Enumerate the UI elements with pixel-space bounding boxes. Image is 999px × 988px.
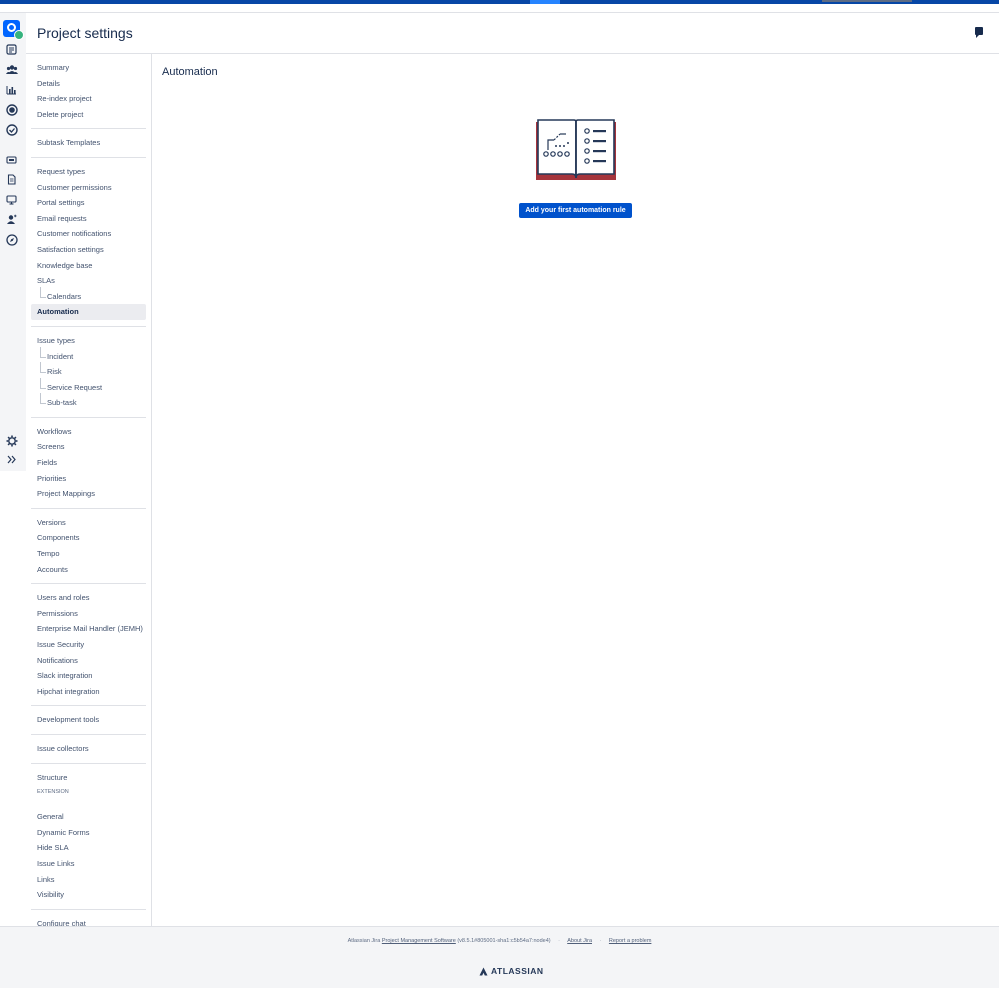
settings-sidebar: Summary Details Re-index project Delete pro…: [26, 54, 152, 939]
nav-group: Structure EXTENSION: [31, 764, 146, 804]
atlassian-logo-text: ATLASSIAN: [491, 966, 544, 976]
settings-icon[interactable]: [5, 434, 18, 447]
page-title: Project settings: [37, 25, 133, 41]
sidebar-item-knowledge-base[interactable]: Knowledge base: [31, 258, 146, 274]
reports-icon[interactable]: [5, 83, 18, 96]
sidebar-item-request-types[interactable]: Request types: [31, 164, 146, 180]
page-header: Project settings: [26, 13, 999, 54]
sidebar-item-hide-sla[interactable]: Hide SLA: [31, 840, 146, 856]
main-content: Automation Add your first automation rul…: [152, 54, 999, 926]
sidebar-item-users-and-roles[interactable]: Users and roles: [31, 590, 146, 606]
sidebar-item-priorities[interactable]: Priorities: [31, 471, 146, 487]
sidebar-item-general[interactable]: General: [31, 809, 146, 825]
sidebar-item-re-index-project[interactable]: Re-index project: [31, 91, 146, 107]
section-title: Automation: [162, 66, 218, 78]
nav-group: Request types Customer permissions Portal …: [31, 158, 146, 327]
sidebar-item-email-requests[interactable]: Email requests: [31, 211, 146, 227]
sidebar-item-tempo[interactable]: Tempo: [31, 546, 146, 562]
sidebar-item-links[interactable]: Links: [31, 872, 146, 888]
nav-group: Issue collectors: [31, 735, 146, 764]
sidebar-item-portal-settings[interactable]: Portal settings: [31, 195, 146, 211]
footer-prefix: Atlassian Jira: [347, 938, 381, 944]
sidebar-item-structure[interactable]: Structure: [31, 770, 146, 786]
sidebar-item-risk[interactable]: Risk: [31, 362, 146, 380]
feedback-icon[interactable]: [975, 27, 983, 38]
sidebar-item-issue-collectors[interactable]: Issue collectors: [31, 741, 146, 757]
sidebar-item-screens[interactable]: Screens: [31, 439, 146, 455]
nav-group: Subtask Templates: [31, 129, 146, 158]
add-automation-rule-button[interactable]: Add your first automation rule: [519, 203, 632, 218]
sidebar-item-enterprise-mail-handler-jemh[interactable]: Enterprise Mail Handler (JEMH): [31, 621, 146, 637]
sidebar-item-accounts[interactable]: Accounts: [31, 562, 146, 578]
top-bar-active-indicator: [530, 0, 560, 4]
sidebar-item-hipchat-integration[interactable]: Hipchat integration: [31, 684, 146, 700]
atlassian-logo[interactable]: ATLASSIAN: [479, 965, 544, 977]
sla-icon[interactable]: [5, 123, 18, 136]
sidebar-item-workflows[interactable]: Workflows: [31, 424, 146, 440]
sidebar-item-visibility[interactable]: Visibility: [31, 887, 146, 903]
sidebar-item-slas[interactable]: SLAs: [31, 273, 146, 289]
pms-link[interactable]: Project Management Software: [382, 938, 456, 944]
top-bar-indicator: [822, 0, 912, 2]
sidebar-item-development-tools[interactable]: Development tools: [31, 712, 146, 728]
project-avatar-icon[interactable]: [3, 20, 24, 40]
sidebar-item-issue-types[interactable]: Issue types: [31, 333, 146, 349]
page-footer: Atlassian Jira Project Management Softwa…: [0, 926, 999, 988]
about-jira-link[interactable]: About Jira: [567, 938, 592, 944]
nav-group: Issue types Incident Risk Service Request Su…: [31, 327, 146, 418]
sidebar-item-summary[interactable]: Summary: [31, 60, 146, 76]
sidebar-item-issue-links[interactable]: Issue Links: [31, 856, 146, 872]
nav-group: General Dynamic Forms Hide SLA Issue Links L…: [31, 803, 146, 910]
footer-info: Atlassian Jira Project Management Softwa…: [0, 938, 999, 944]
atlassian-logo-icon: [479, 967, 488, 975]
sidebar-item-customer-permissions[interactable]: Customer permissions: [31, 180, 146, 196]
raise-request-icon[interactable]: [5, 103, 18, 116]
nav-group: Workflows Screens Fields Priorities Project …: [31, 418, 146, 509]
footer-version: (v8.5.1#805001-sha1:c5b54a7:node4): [457, 938, 551, 944]
sidebar-item-incident[interactable]: Incident: [31, 346, 146, 365]
channels-icon[interactable]: [5, 153, 18, 166]
nav-group: Development tools: [31, 706, 146, 735]
nav-group: Summary Details Re-index project Delete pro…: [31, 54, 146, 130]
people-icon[interactable]: [5, 213, 18, 226]
sidebar-item-delete-project[interactable]: Delete project: [31, 107, 146, 123]
nav-section-heading: EXTENSION: [37, 789, 69, 796]
sidebar-item-project-mappings[interactable]: Project Mappings: [31, 486, 146, 502]
footer-separator: ·: [599, 938, 602, 944]
sidebar-item-versions[interactable]: Versions: [31, 515, 146, 531]
expand-icon[interactable]: [5, 453, 18, 466]
sidebar-item-calendars[interactable]: Calendars: [31, 286, 146, 305]
portal-icon[interactable]: [5, 193, 18, 206]
sidebar-item-components[interactable]: Components: [31, 530, 146, 546]
sidebar-item-fields[interactable]: Fields: [31, 455, 146, 471]
explore-icon[interactable]: [5, 233, 18, 246]
sidebar-item-notifications[interactable]: Notifications: [31, 653, 146, 669]
automation-book-icon: [534, 116, 618, 184]
project-sidebar-rail: [0, 13, 26, 471]
knowledge-base-icon[interactable]: [5, 173, 18, 186]
sidebar-item-details[interactable]: Details: [31, 76, 146, 92]
sidebar-item-slack-integration[interactable]: Slack integration: [31, 668, 146, 684]
sidebar-item-satisfaction-settings[interactable]: Satisfaction settings: [31, 242, 146, 258]
top-bar: [0, 0, 999, 4]
sidebar-item-issue-security[interactable]: Issue Security: [31, 637, 146, 653]
sidebar-item-subtask-templates[interactable]: Subtask Templates: [31, 135, 146, 151]
sidebar-item-dynamic-forms[interactable]: Dynamic Forms: [31, 825, 146, 841]
sidebar-item-sub-task[interactable]: Sub-task: [31, 393, 146, 411]
sidebar-item-permissions[interactable]: Permissions: [31, 606, 146, 622]
nav-group: Versions Components Tempo Accounts: [31, 509, 146, 585]
report-problem-link[interactable]: Report a problem: [609, 938, 652, 944]
customers-icon[interactable]: [5, 63, 18, 76]
nav-group: Users and roles Permissions Enterprise Mai…: [31, 584, 146, 707]
footer-separator: ·: [558, 938, 560, 944]
sidebar-item-customer-notifications[interactable]: Customer notifications: [31, 226, 146, 242]
sidebar-item-service-request[interactable]: Service Request: [31, 377, 146, 396]
queues-icon[interactable]: [5, 43, 18, 56]
sidebar-item-automation[interactable]: Automation: [31, 304, 146, 320]
